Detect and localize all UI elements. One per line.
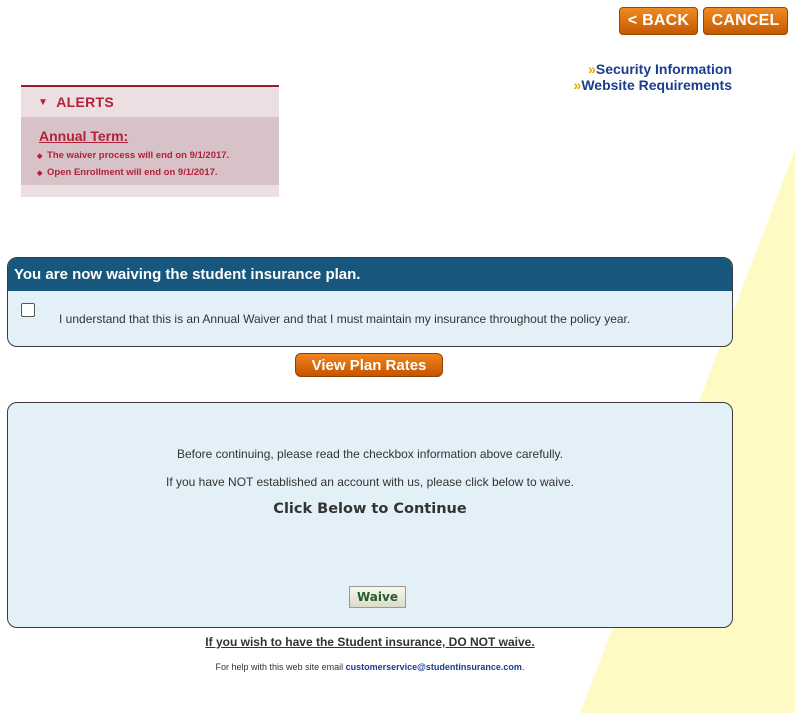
website-requirements-link[interactable]: »Website Requirements: [574, 77, 732, 93]
alerts-header[interactable]: ▼ ALERTS: [21, 87, 279, 117]
account-text: If you have NOT established an account w…: [166, 475, 574, 489]
annual-waiver-checkbox-label: I understand that this is an Annual Waiv…: [59, 312, 631, 326]
cancel-button[interactable]: CANCEL: [703, 7, 788, 35]
alerts-panel: ▼ ALERTS Annual Term: ◆ The waiver proce…: [21, 85, 279, 197]
view-plan-rates-button[interactable]: View Plan Rates: [295, 353, 443, 377]
waiver-checkbox-row: I understand that this is an Annual Waiv…: [8, 291, 732, 346]
do-not-waive-link[interactable]: If you wish to have the Student insuranc…: [0, 635, 740, 649]
alerts-title: ALERTS: [56, 94, 115, 110]
top-links: »Security Information »Website Requireme…: [574, 61, 732, 93]
back-button[interactable]: < BACK: [619, 7, 698, 35]
waiver-panel: You are now waiving the student insuranc…: [7, 257, 733, 347]
continue-heading: Click Below to Continue: [273, 501, 467, 517]
diamond-bullet-icon: ◆: [37, 153, 43, 160]
security-information-link[interactable]: »Security Information: [574, 61, 732, 77]
support-email-link[interactable]: customerservice@studentinsurance.com: [346, 662, 522, 672]
alerts-list: ◆ The waiver process will end on 9/1/201…: [37, 148, 279, 182]
raquo-icon: »: [588, 61, 596, 77]
instruction-text: Before continuing, please read the check…: [176, 447, 563, 461]
annual-term-heading: Annual Term:: [39, 128, 129, 144]
alert-item: ◆ Open Enrollment will end on 9/1/2017.: [37, 167, 218, 178]
continue-panel: Before continuing, please read the check…: [7, 402, 733, 628]
waive-button[interactable]: Waive: [349, 586, 406, 608]
alerts-footer-bar: [21, 185, 279, 197]
waiver-heading: You are now waiving the student insuranc…: [8, 258, 732, 291]
diamond-bullet-icon: ◆: [37, 170, 43, 177]
caret-down-icon: ▼: [38, 96, 49, 108]
annual-waiver-checkbox[interactable]: [21, 303, 35, 317]
alert-item: ◆ The waiver process will end on 9/1/201…: [37, 150, 230, 161]
help-text: For help with this web site email custom…: [215, 662, 525, 672]
